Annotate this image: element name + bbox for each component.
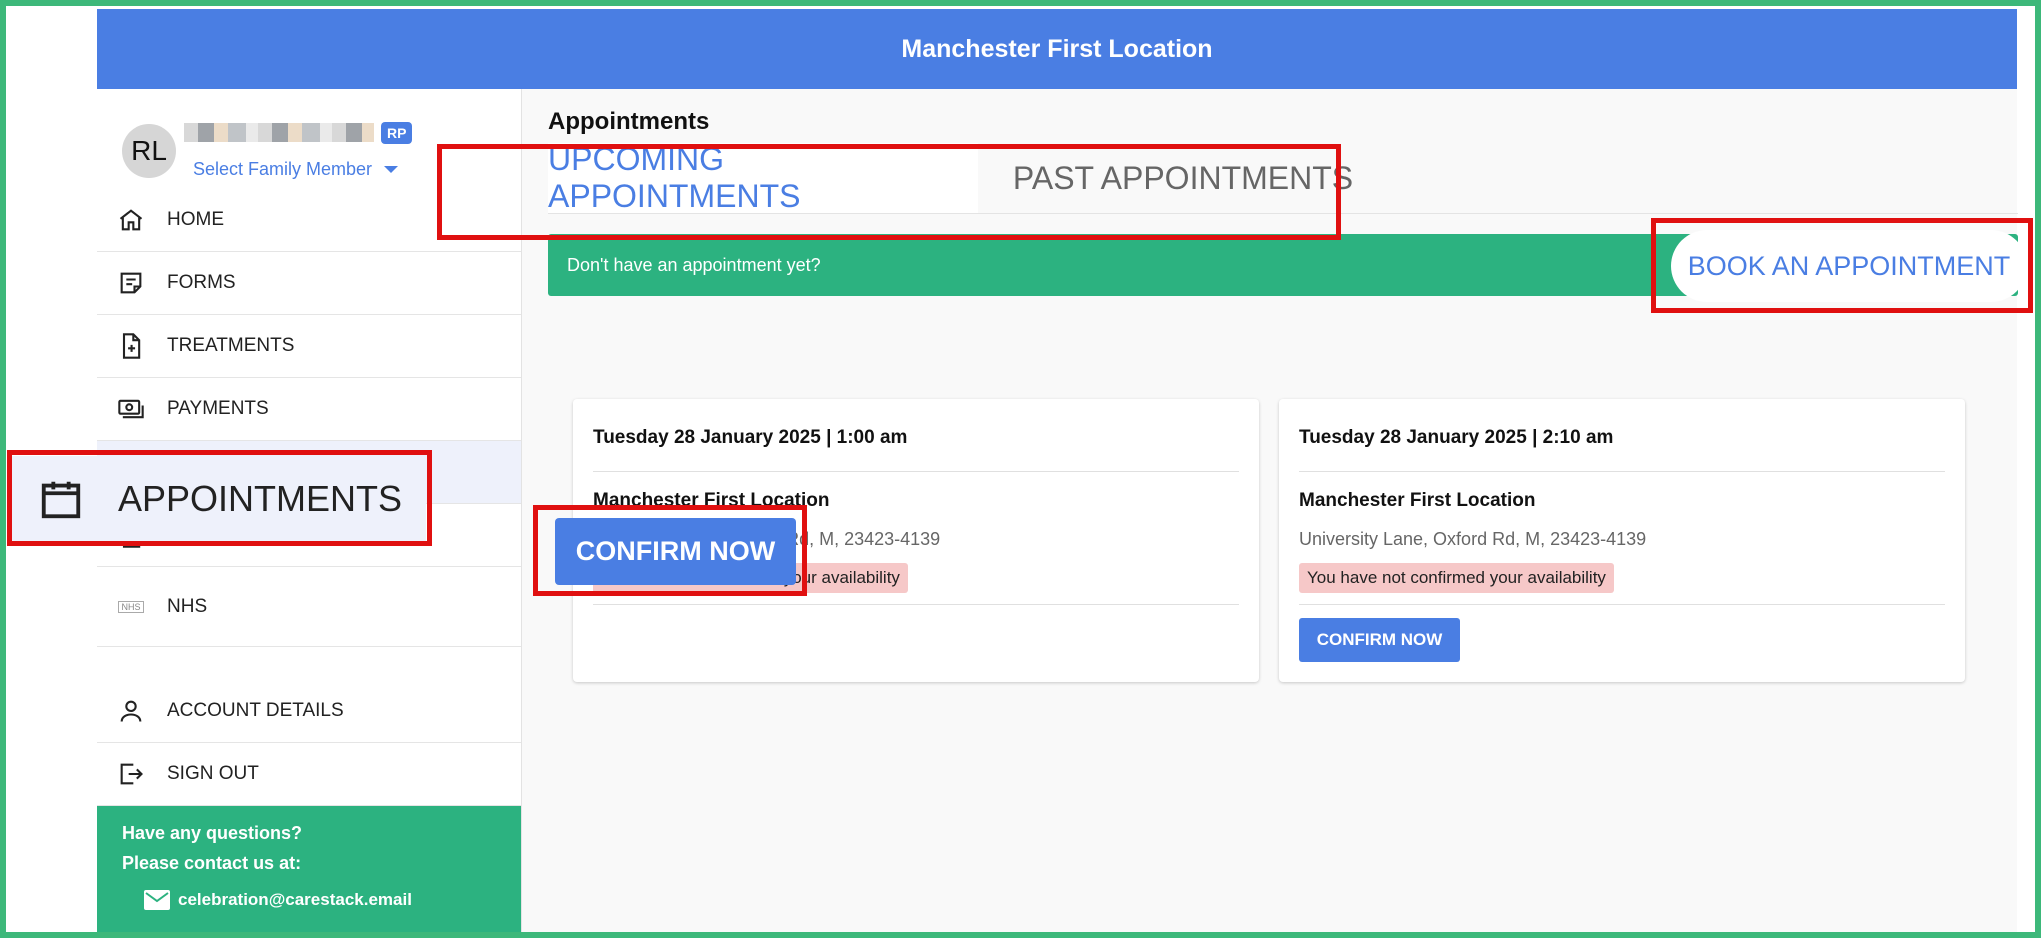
nhs-icon: NHS	[115, 591, 147, 623]
divider	[593, 604, 1239, 605]
user-badge: RP	[381, 122, 413, 144]
appointment-address: University Lane, Oxford Rd, M, 23423-413…	[1299, 529, 1647, 549]
appointment-location: Manchester First Location	[593, 490, 830, 511]
main-content: Appointments UPCOMING APPOINTMENTS PAST …	[522, 89, 2018, 932]
appointments-zoom-callout[interactable]: APPOINTMENTS	[12, 456, 426, 542]
family-member-select[interactable]: Select Family Member	[193, 159, 399, 180]
help-email: celebration@carestack.email	[178, 890, 412, 909]
home-icon	[115, 204, 147, 236]
sidebar-item-forms[interactable]: FORMS	[97, 252, 521, 315]
sidebar-item-label: TREATMENTS	[167, 335, 295, 356]
person-icon	[115, 695, 147, 727]
appointment-datetime: Tuesday 28 January 2025 | 2:10 am	[1299, 427, 1614, 448]
location-title: Manchester First Location	[901, 34, 1213, 63]
confirm-now-button[interactable]: CONFIRM NOW	[555, 518, 796, 585]
page-title: Appointments	[548, 108, 710, 135]
sidebar-item-label: PAYMENTS	[167, 398, 269, 419]
calendar-icon	[38, 476, 84, 522]
sidebar-item-sign-out[interactable]: SIGN OUT	[97, 743, 521, 806]
book-appointment-button[interactable]: BOOK AN APPOINTMENT	[1671, 230, 2027, 302]
payments-icon	[115, 393, 147, 425]
mail-icon	[144, 890, 170, 910]
sign-out-icon	[115, 758, 147, 790]
app-header: Manchester First Location	[97, 9, 2017, 89]
appointment-location: Manchester First Location	[1299, 490, 1536, 511]
sidebar-item-label: HOME	[167, 209, 224, 230]
sidebar-item-label: SIGN OUT	[167, 763, 259, 784]
chevron-down-icon	[384, 166, 399, 173]
nhs-icon-text: NHS	[118, 600, 144, 613]
sidebar-item-label: ACCOUNT DETAILS	[167, 700, 344, 721]
tab-past-appointments[interactable]: PAST APPOINTMENTS	[978, 143, 1388, 213]
appointment-datetime: Tuesday 28 January 2025 | 1:00 am	[593, 427, 908, 448]
sidebar-item-label: FORMS	[167, 272, 236, 293]
sidebar-item-account-details[interactable]: ACCOUNT DETAILS	[97, 680, 521, 743]
appointment-card: Tuesday 28 January 2025 | 2:10 am Manche…	[1279, 399, 1965, 682]
avatar[interactable]: RL	[122, 124, 176, 178]
treatments-icon	[115, 330, 147, 362]
help-email-link[interactable]: celebration@carestack.email	[144, 890, 412, 910]
help-heading: Have any questions?	[122, 823, 303, 843]
divider	[593, 471, 1239, 472]
forms-icon	[115, 267, 147, 299]
sidebar-item-home[interactable]: HOME	[97, 189, 521, 252]
help-panel: Have any questions? Please contact us at…	[97, 806, 521, 932]
family-member-label: Select Family Member	[193, 159, 373, 179]
sidebar-item-label: NHS	[167, 595, 208, 617]
divider	[1299, 604, 1945, 605]
banner-text: Don't have an appointment yet?	[567, 255, 821, 275]
sidebar-item-payments[interactable]: PAYMENTS	[97, 378, 521, 441]
appointment-tabs: UPCOMING APPOINTMENTS PAST APPOINTMENTS	[548, 141, 2018, 214]
avatar-initials: RL	[131, 135, 167, 166]
blurred-user-name	[184, 123, 374, 142]
appointments-zoom-label: APPOINTMENTS	[118, 478, 403, 519]
sidebar-item-treatments[interactable]: TREATMENTS	[97, 315, 521, 378]
sidebar-item-nhs[interactable]: NHS NHS	[97, 567, 521, 647]
tab-upcoming-appointments[interactable]: UPCOMING APPOINTMENTS	[548, 141, 978, 214]
help-subheading: Please contact us at:	[122, 853, 302, 873]
availability-warning: You have not confirmed your availability	[1299, 563, 1614, 593]
confirm-now-button[interactable]: CONFIRM NOW	[1299, 618, 1460, 662]
divider	[1299, 471, 1945, 472]
